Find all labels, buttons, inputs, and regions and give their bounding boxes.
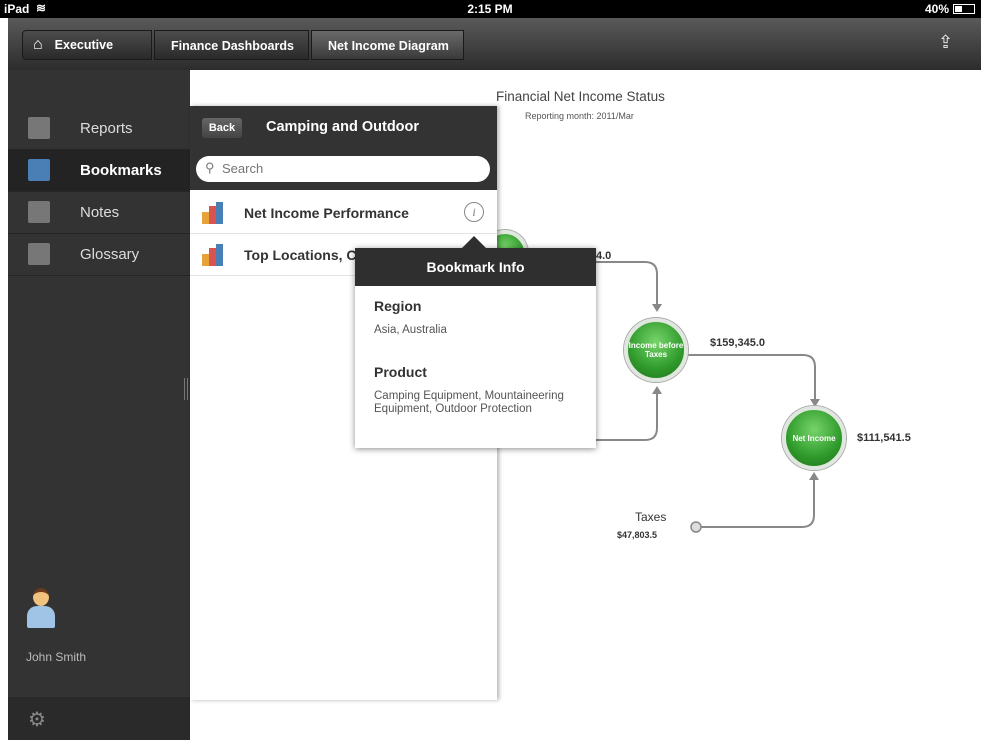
- gear-icon[interactable]: ⚙: [28, 707, 46, 732]
- panel-header: Back Camping and Outdoor: [190, 106, 497, 150]
- breadcrumb-executive[interactable]: ⌂ Executive: [22, 30, 152, 60]
- bookmark-label: Net Income Performance: [244, 205, 409, 221]
- region-label: Region: [374, 298, 422, 314]
- node-label: Income before Taxes: [628, 341, 684, 359]
- info-icon[interactable]: i: [464, 202, 484, 222]
- breadcrumb-finance-dashboards[interactable]: Finance Dashboards: [154, 30, 309, 60]
- net-income-node[interactable]: Net Income: [782, 406, 846, 470]
- panel-title: Camping and Outdoor: [266, 119, 420, 135]
- reports-icon: [28, 117, 50, 139]
- product-label: Product: [374, 364, 427, 380]
- bookmarks-icon: [28, 159, 50, 181]
- search-input[interactable]: [222, 161, 472, 176]
- sidebar-item-notes[interactable]: Notes: [8, 192, 190, 234]
- taxes-label: Taxes: [635, 510, 667, 524]
- clock: 2:15 PM: [467, 2, 513, 16]
- income-before-taxes-node[interactable]: Income before Taxes: [624, 318, 688, 382]
- share-icon[interactable]: ⇪: [938, 32, 960, 52]
- search-box[interactable]: ⚲: [196, 156, 490, 182]
- popover-title: Bookmark Info: [355, 248, 596, 286]
- region-value: Asia, Australia: [374, 324, 447, 336]
- income-before-taxes-value: $159,345.0: [710, 337, 766, 349]
- user-name: John Smith: [26, 650, 87, 664]
- breadcrumb-label: Net Income Diagram: [327, 39, 449, 53]
- bookmark-label: Top Locations, C: [244, 247, 357, 263]
- search-bar: ⚲: [190, 150, 497, 190]
- taxes-value: $47,803.5: [617, 530, 658, 540]
- bookmark-row[interactable]: Net Income Performance i: [190, 192, 497, 234]
- popover-arrow: [462, 236, 486, 248]
- sidebar-item-glossary[interactable]: Glossary: [8, 234, 190, 276]
- battery-percent: 40%: [925, 2, 950, 16]
- battery-icon: [953, 4, 975, 14]
- wifi-icon: ≋: [36, 1, 47, 15]
- breadcrumb-net-income-diagram[interactable]: Net Income Diagram: [310, 30, 464, 60]
- sidebar-item-label: Bookmarks: [80, 162, 162, 179]
- node-label: Net Income: [792, 433, 836, 443]
- home-icon: ⌂: [33, 36, 43, 53]
- net-income-value: $111,541.5: [857, 432, 911, 444]
- status-bar: iPad ≋ 2:15 PM 40%: [0, 0, 981, 18]
- sidebar-item-bookmarks[interactable]: Bookmarks: [8, 150, 190, 192]
- search-icon: ⚲: [205, 160, 215, 175]
- avatar[interactable]: [26, 586, 56, 630]
- notes-icon: [28, 201, 50, 223]
- device-label: iPad: [4, 2, 30, 16]
- chart-bookmark-icon: [200, 244, 226, 266]
- glossary-icon: [28, 243, 50, 265]
- bookmark-info-popover: Bookmark Info Region Asia, Australia Pro…: [355, 236, 596, 448]
- chart-bookmark-icon: [200, 202, 226, 224]
- breadcrumb-label: Executive: [54, 38, 114, 52]
- sidebar-item-label: Notes: [80, 204, 120, 221]
- back-button[interactable]: Back: [202, 118, 242, 138]
- sidebar-item-label: Glossary: [80, 246, 140, 263]
- settings-bar: ⚙: [8, 697, 190, 740]
- sidebar-item-reports[interactable]: Reports: [8, 108, 190, 150]
- resize-handle[interactable]: [184, 378, 188, 400]
- sidebar-item-label: Reports: [80, 120, 133, 137]
- sidebar: Reports Bookmarks Notes Glossary John Sm…: [8, 70, 190, 740]
- breadcrumb: ⌂ Executive Finance Dashboards Net Incom…: [22, 30, 466, 60]
- product-value: Camping Equipment, Mountaineering Equipm…: [374, 390, 564, 415]
- top-navigation-bar: ⌂ Executive Finance Dashboards Net Incom…: [8, 18, 981, 70]
- breadcrumb-label: Finance Dashboards: [171, 39, 294, 53]
- partial-value: 4.0: [596, 250, 612, 262]
